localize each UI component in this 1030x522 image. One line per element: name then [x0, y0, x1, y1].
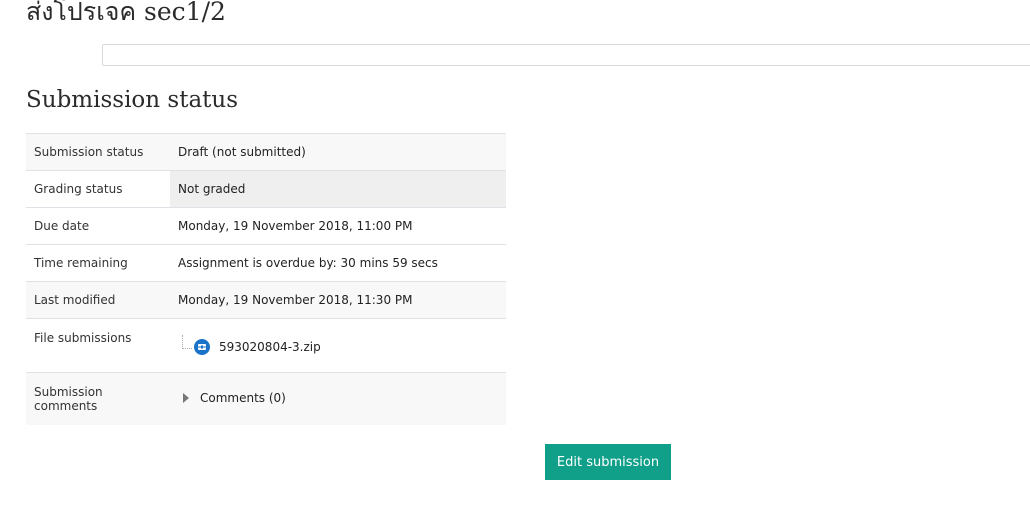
archive-file-icon	[194, 339, 210, 355]
caret-right-icon	[183, 393, 189, 403]
page: ส่งโปรเจค sec1/2 Submission status Submi…	[0, 0, 1030, 522]
last-modified-value: Monday, 19 November 2018, 11:30 PM	[170, 281, 506, 319]
intro-box	[102, 44, 1030, 66]
table-row: File submissions 593020804-3.zip	[26, 318, 506, 373]
table-row: Grading status Not graded	[26, 170, 506, 208]
file-entry: 593020804-3.zip	[182, 335, 498, 357]
submission-status-value: Draft (not submitted)	[170, 133, 506, 171]
time-remaining-value: Assignment is overdue by: 30 mins 59 sec…	[170, 244, 506, 282]
grading-status-value: Not graded	[170, 170, 506, 208]
row-label: Last modified	[26, 281, 170, 319]
submission-status-table: Submission status Draft (not submitted) …	[26, 133, 506, 425]
edit-submission-button[interactable]: Edit submission	[545, 444, 671, 480]
table-row: Due date Monday, 19 November 2018, 11:00…	[26, 207, 506, 245]
submission-status-heading: Submission status	[26, 87, 239, 113]
due-date-value: Monday, 19 November 2018, 11:00 PM	[170, 207, 506, 245]
table-row: Submission status Draft (not submitted)	[26, 133, 506, 171]
table-row: Last modified Monday, 19 November 2018, …	[26, 281, 506, 319]
submission-comments-value: Comments (0)	[170, 372, 506, 425]
row-label: Submission comments	[26, 372, 170, 425]
table-row: Submission comments Comments (0)	[26, 372, 506, 425]
page-title: ส่งโปรเจค sec1/2	[26, 0, 226, 26]
file-submissions-value: 593020804-3.zip	[170, 318, 506, 373]
row-label: Time remaining	[26, 244, 170, 282]
tree-connector	[182, 335, 192, 349]
row-label: File submissions	[26, 318, 170, 373]
row-label: Submission status	[26, 133, 170, 171]
comments-toggle[interactable]: Comments (0)	[183, 391, 498, 405]
row-label: Due date	[26, 207, 170, 245]
table-row: Time remaining Assignment is overdue by:…	[26, 244, 506, 282]
row-label: Grading status	[26, 170, 170, 208]
file-link[interactable]: 593020804-3.zip	[219, 340, 321, 354]
comments-label: Comments (0)	[200, 391, 286, 405]
